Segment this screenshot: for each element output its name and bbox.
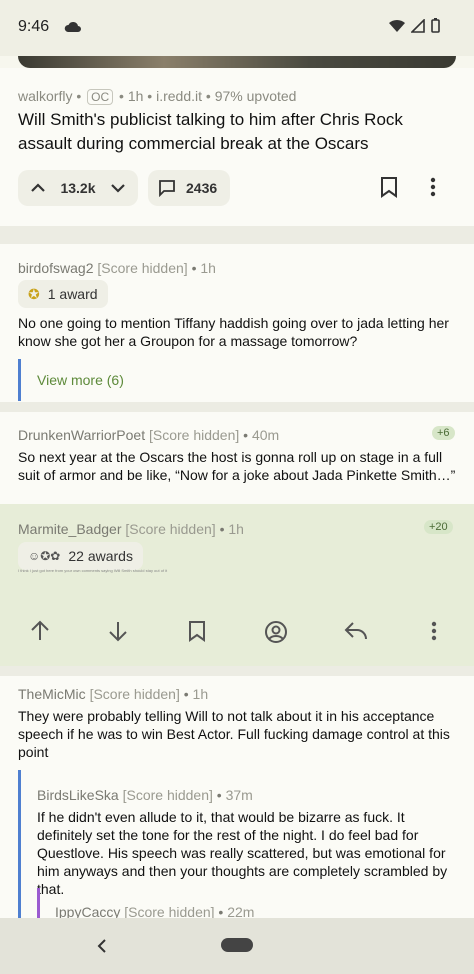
comment-age: 37m [225, 787, 253, 803]
comment-body: No one going to mention Tiffany haddish … [18, 315, 449, 349]
award-plus-badge: +6 [432, 426, 455, 440]
comment-count: 2436 [186, 180, 218, 196]
bookmark-icon[interactable] [188, 620, 206, 642]
post-author[interactable]: walkorfly [18, 88, 72, 104]
comment-username[interactable]: birdofswag2 [18, 260, 94, 276]
comment-age: 1h [228, 521, 244, 537]
award-count: 1 award [47, 286, 98, 302]
award-icon: ✪ [28, 285, 40, 302]
system-nav-bar [0, 918, 474, 974]
post-image[interactable] [18, 56, 456, 68]
comment-age: 1h [200, 260, 216, 276]
cloud-icon [64, 21, 81, 32]
post-upvoted: 97% upvoted [214, 88, 297, 104]
comment-body-collapsed: I think I just got here from your own co… [18, 568, 168, 573]
award-plus-badge: +20 [424, 520, 453, 534]
status-bar: 9:46 [0, 0, 474, 56]
divider [0, 666, 474, 676]
score-hidden: [Score hidden] [122, 787, 213, 803]
upvote-icon[interactable] [30, 620, 50, 642]
comment-username[interactable]: TheMicMic [18, 686, 86, 702]
comment-username[interactable]: DrunkenWarriorPoet [18, 427, 145, 443]
bookmark-icon[interactable] [380, 176, 398, 198]
thread-line [18, 770, 21, 918]
comment-username[interactable]: Marmite_Badger [18, 521, 122, 537]
comment-body: So next year at the Oscars the host is g… [18, 449, 456, 483]
post-score: 13.2k [60, 180, 96, 196]
post-title: Will Smith's publicist talking to him af… [18, 110, 403, 153]
comment-user-line: birdofswag2 [Score hidden] • 1h [18, 260, 216, 276]
more-icon[interactable] [431, 620, 437, 642]
award-icons: ☺✪✿ [28, 549, 61, 563]
award-count: 22 awards [68, 548, 133, 564]
award-badge[interactable]: ☺✪✿ 22 awards [18, 542, 143, 570]
divider [0, 402, 474, 412]
system-icons [389, 18, 440, 33]
comment-age: 40m [251, 427, 280, 443]
post-flair: OC [87, 89, 114, 105]
wifi-icon [389, 19, 405, 32]
award-badge[interactable]: ✪ 1 award [18, 280, 108, 308]
post-age: 1h [127, 88, 144, 104]
comment-age: 1h [192, 686, 209, 702]
post-domain[interactable]: i.redd.it [156, 88, 202, 104]
score-hidden: [Score hidden] [125, 521, 216, 537]
comment-body: They were probably telling Will to not t… [18, 708, 450, 760]
profile-icon[interactable] [264, 620, 288, 644]
reply-icon[interactable] [344, 620, 368, 640]
view-more-link[interactable]: View more (6) [18, 359, 124, 401]
vote-control: 13.2k [18, 170, 138, 206]
signal-icon [411, 18, 425, 33]
comment-body: If he didn't even allude to it, that wou… [37, 809, 448, 897]
score-hidden: [Score hidden] [148, 427, 240, 443]
comment-user-line: DrunkenWarriorPoet [Score hidden] • 40m [18, 427, 280, 443]
home-pill[interactable] [221, 938, 253, 952]
comment-user-line: BirdsLikeSka [Score hidden] • 37m [37, 787, 253, 803]
downvote-icon[interactable] [110, 180, 126, 196]
back-icon[interactable] [96, 938, 108, 954]
divider [0, 226, 474, 244]
score-hidden: [Score hidden] [97, 260, 188, 276]
comment-user-line: TheMicMic [Score hidden] • 1h [18, 686, 209, 702]
post-meta: walkorfly • OC • 1h • i.redd.it • 97% up… [18, 88, 297, 105]
comment-icon [159, 180, 175, 197]
view-more-label: View more (6) [37, 372, 124, 388]
status-time: 9:46 [18, 18, 50, 35]
more-icon[interactable] [430, 176, 436, 198]
comment-username[interactable]: BirdsLikeSka [37, 787, 119, 803]
comment-actions [0, 612, 474, 654]
comments-button[interactable]: 2436 [148, 170, 230, 206]
battery-icon [431, 18, 440, 33]
downvote-icon[interactable] [108, 620, 128, 642]
thread-line [37, 888, 40, 918]
score-hidden: [Score hidden] [89, 686, 180, 702]
upvote-icon[interactable] [30, 180, 46, 196]
comment-user-line: Marmite_Badger [Score hidden] • 1h [18, 521, 244, 537]
